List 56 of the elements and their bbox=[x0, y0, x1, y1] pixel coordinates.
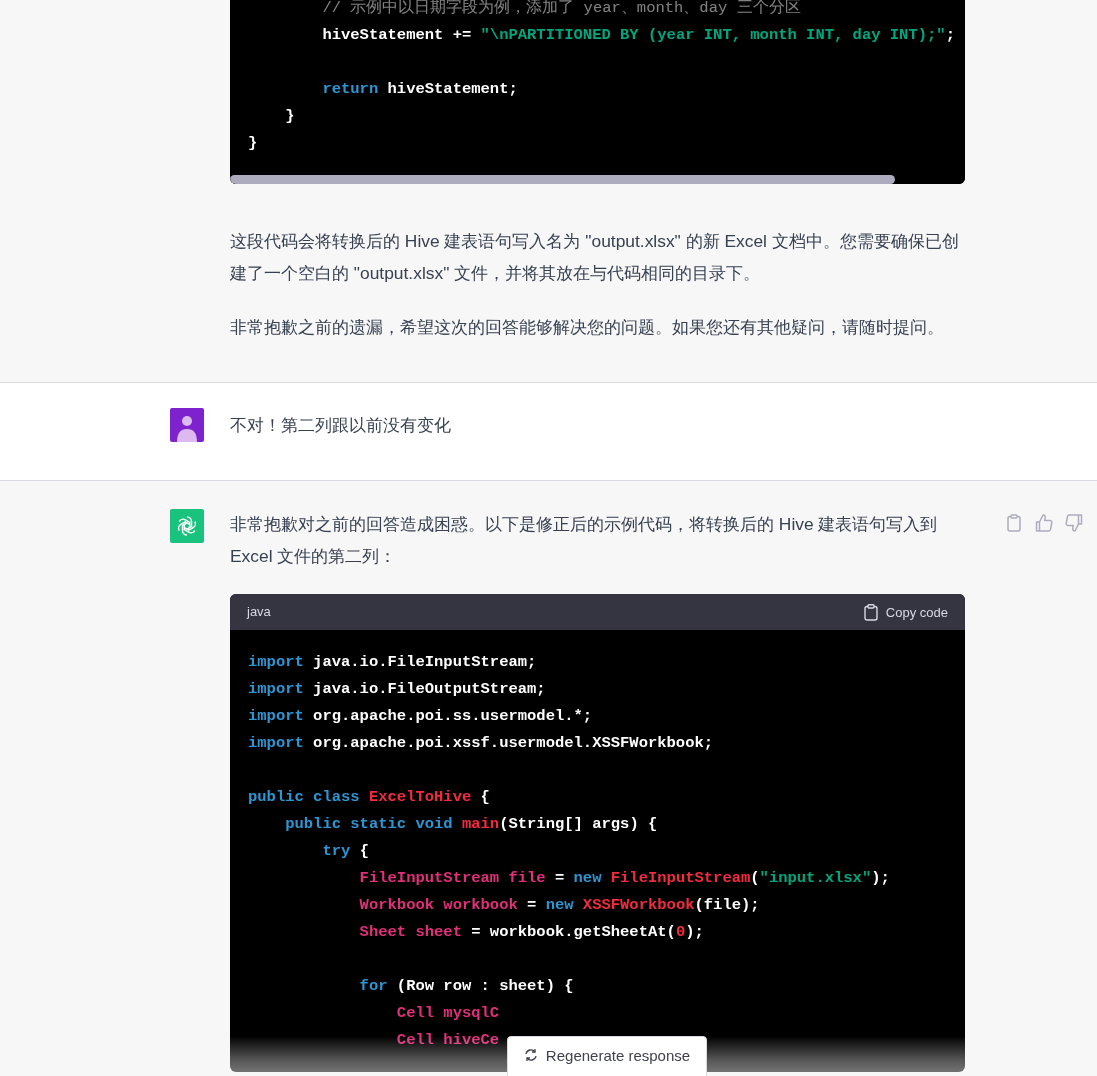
code-text: } bbox=[248, 134, 258, 152]
code-text: hiveStatement += bbox=[321, 26, 473, 44]
code-text: Cell hiveCe bbox=[395, 1031, 500, 1049]
code-text: FileInputStream bbox=[609, 869, 751, 887]
code-text: new bbox=[573, 869, 602, 887]
code-text: ); bbox=[685, 923, 704, 941]
code-text: XSSFWorkbook bbox=[581, 896, 695, 914]
code-text: = bbox=[553, 869, 566, 887]
code-text: public class bbox=[248, 788, 360, 806]
code-text: hiveStatement; bbox=[386, 80, 518, 98]
code-text: Cell mysqlC bbox=[395, 1004, 500, 1022]
regenerate-button[interactable]: Regenerate response bbox=[507, 1036, 707, 1076]
copy-code-button[interactable]: Copy code bbox=[863, 603, 948, 621]
code-text: import bbox=[248, 707, 304, 725]
code-text: "\nPARTITIONED BY (year INT, month INT, day INT);" bbox=[480, 26, 946, 44]
code-text: main bbox=[460, 815, 500, 833]
code-text: java.io.FileInputStream; bbox=[312, 653, 537, 671]
code-text: import bbox=[248, 653, 304, 671]
code-text: return bbox=[321, 80, 379, 98]
code-text: public static void bbox=[284, 815, 453, 833]
code-text: import bbox=[248, 680, 304, 698]
code-text: import bbox=[248, 734, 304, 752]
code-text: Workbook workbook bbox=[358, 896, 518, 914]
code-text: (Row row : sheet) { bbox=[395, 977, 574, 995]
code-text: Sheet sheet bbox=[358, 923, 462, 941]
horizontal-scrollbar[interactable] bbox=[230, 175, 895, 184]
message-text: 这段代码会将转换后的 Hive 建表语句写入名为 "output.xlsx" 的新 Excel 文档中。您需要确保已创建了一个空白的 "output.xlsx" 文件，并将其放在与代码相同的目录下。 bbox=[230, 230, 960, 285]
language-label: java bbox=[247, 603, 271, 621]
thumbs-up-icon[interactable] bbox=[1035, 514, 1053, 532]
code-text: (String[] args) { bbox=[499, 815, 658, 833]
code-text: (file); bbox=[694, 896, 760, 914]
code-text: ; bbox=[945, 26, 955, 44]
code-text: ( bbox=[750, 869, 760, 887]
code-text: org.apache.poi.ss.usermodel.*; bbox=[312, 707, 593, 725]
code-text: 0 bbox=[675, 923, 686, 941]
message-text: 非常抱歉对之前的回答造成困惑。以下是修正后的示例代码，将转换后的 Hive 建表语句写入到 Excel 文件的第二列： bbox=[230, 513, 939, 568]
clipboard-icon[interactable] bbox=[1005, 514, 1023, 532]
code-text: try bbox=[321, 842, 351, 860]
thumbs-down-icon[interactable] bbox=[1065, 514, 1083, 532]
code-text: "input.xlsx" bbox=[759, 869, 872, 887]
code-text: ExcelToHive bbox=[367, 788, 472, 806]
refresh-icon bbox=[523, 1048, 538, 1062]
code-text: FileInputStream file bbox=[358, 869, 546, 887]
code-text: java.io.FileOutputStream; bbox=[312, 680, 546, 698]
code-text: { bbox=[358, 842, 369, 860]
clipboard-icon bbox=[863, 603, 878, 621]
code-text: = workbook.getSheetAt( bbox=[470, 923, 676, 941]
code-text: org.apache.poi.xssf.usermodel.XSSFWorkbook; bbox=[312, 734, 714, 752]
message-text: 不对！第二列跟以前没有变化 bbox=[230, 414, 452, 437]
code-text: for bbox=[358, 977, 388, 995]
message-text: 非常抱歉之前的遗漏，希望这次的回答能够解决您的问题。如果您还有其他疑问，请随时提问。 bbox=[230, 316, 945, 339]
code-text: new bbox=[545, 896, 574, 914]
code-text: { bbox=[479, 788, 490, 806]
code-text: } bbox=[284, 107, 295, 125]
code-text: = bbox=[526, 896, 538, 914]
code-text: ); bbox=[871, 869, 890, 887]
